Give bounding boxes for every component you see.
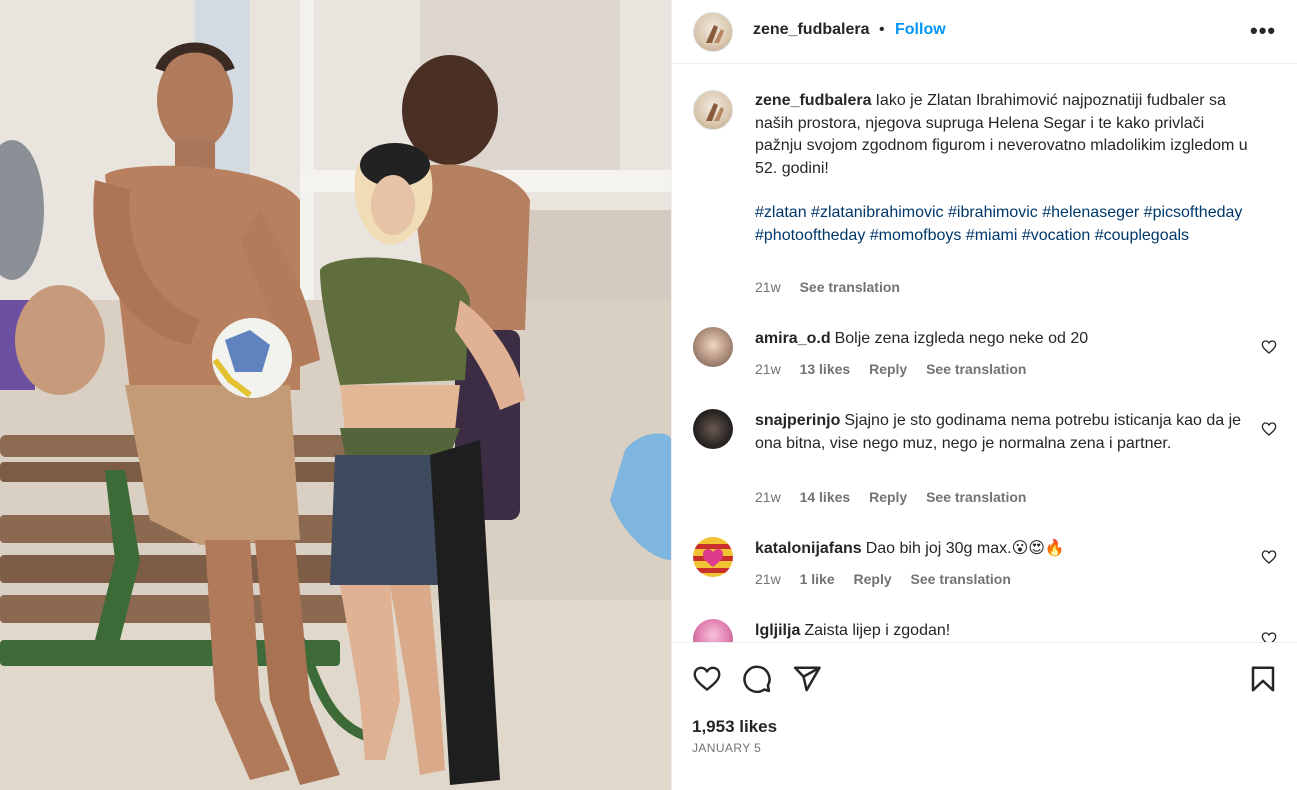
avatar-heart-flag-icon [703, 549, 723, 567]
comment-text: Bolje zena izgleda nego neke od 20 [834, 330, 1089, 347]
avatar-heels-icon [706, 25, 724, 43]
reply-button[interactable]: Reply [854, 571, 892, 587]
heart-icon[interactable] [692, 664, 722, 694]
comment-username[interactable]: lgljilja [755, 622, 800, 639]
caption-body: zene_fudbalera Iako je Zlatan Ibrahimović… [755, 90, 1255, 247]
comment-age: 21w [755, 571, 781, 587]
commenter-avatar[interactable] [693, 409, 733, 449]
see-translation-button[interactable]: See translation [911, 571, 1011, 587]
comment-username[interactable]: snajperinjo [755, 412, 840, 429]
reply-button[interactable]: Reply [869, 361, 907, 377]
post-sidebar: zene_fudbalera • Follow ••• zene_fudbale… [671, 0, 1297, 790]
like-comment-heart-icon[interactable] [1261, 421, 1277, 437]
like-comment-heart-icon[interactable] [1261, 549, 1277, 565]
caption-meta: 21w See translation [755, 279, 915, 295]
comment-body: katalonijafans Dao bih joj 30g max.😮😍🔥 [755, 538, 1255, 561]
share-icon[interactable] [792, 664, 822, 694]
comment-meta: 21w 1 like Reply See translation [755, 571, 1026, 587]
follow-button[interactable]: Follow [895, 21, 946, 39]
like-comment-heart-icon[interactable] [1261, 631, 1277, 642]
reply-button[interactable]: Reply [869, 489, 907, 505]
comment-text: Dao bih joj 30g max.😮😍🔥 [865, 540, 1065, 557]
comment-likes[interactable]: 14 likes [800, 489, 851, 505]
comment-age: 21w [755, 489, 781, 505]
comment-username[interactable]: amira_o.d [755, 330, 831, 347]
comment-body: amira_o.d Bolje zena izgleda nego neke od… [755, 328, 1255, 351]
comment-icon[interactable] [742, 664, 772, 694]
commenter-avatar[interactable] [693, 619, 733, 642]
beach-photo-illustration [0, 0, 671, 790]
comment-body: snajperinjo Sjajno je sto godinama nema p… [755, 410, 1255, 455]
author-username[interactable]: zene_fudbalera [753, 21, 869, 39]
caption-username[interactable]: zene_fudbalera [755, 92, 871, 109]
like-comment-heart-icon[interactable] [1261, 339, 1277, 355]
comment-text: Zaista lijep i zgodan! [804, 622, 951, 639]
more-options-icon[interactable]: ••• [1250, 18, 1276, 44]
see-translation-button[interactable]: See translation [926, 361, 1026, 377]
comment-likes[interactable]: 13 likes [800, 361, 851, 377]
commenter-avatar[interactable] [693, 537, 733, 577]
comment-username[interactable]: katalonijafans [755, 540, 862, 557]
commenter-avatar[interactable] [693, 327, 733, 367]
avatar-heels-icon [706, 103, 724, 121]
post-date: JANUARY 5 [692, 741, 762, 755]
likes-count[interactable]: 1,953 likes [692, 717, 777, 737]
see-translation-button[interactable]: See translation [926, 489, 1026, 505]
author-avatar[interactable] [693, 12, 733, 52]
post-photo[interactable] [0, 0, 671, 790]
caption-hashtags[interactable]: #zlatan #zlatanibrahimovic #ibrahimovic … [755, 204, 1242, 244]
separator-dot: • [879, 21, 885, 38]
caption-avatar[interactable] [693, 90, 733, 130]
comment-meta: 21w 14 likes Reply See translation [755, 489, 1041, 505]
comment-age: 21w [755, 361, 781, 377]
comments-list[interactable]: zene_fudbalera Iako je Zlatan Ibrahimović… [672, 65, 1297, 642]
bookmark-icon[interactable] [1248, 664, 1278, 694]
comment-body: lgljilja Zaista lijep i zgodan! [755, 620, 1255, 642]
comment-likes[interactable]: 1 like [800, 571, 835, 587]
caption-age: 21w [755, 279, 781, 295]
post-header: zene_fudbalera • Follow ••• [672, 0, 1297, 64]
comment-meta: 21w 13 likes Reply See translation [755, 361, 1041, 377]
action-bar: 1,953 likes JANUARY 5 [672, 642, 1297, 790]
caption-translate[interactable]: See translation [800, 279, 900, 295]
